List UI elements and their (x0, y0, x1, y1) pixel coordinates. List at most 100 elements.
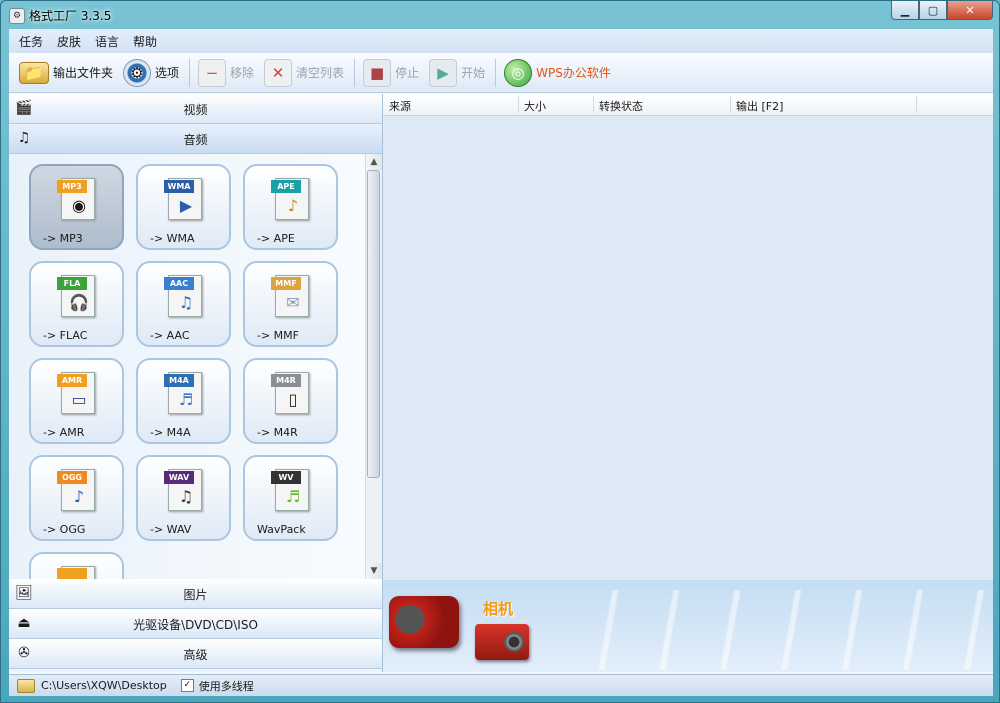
camera-label: 相机 (483, 600, 514, 618)
format-tile-wavpack[interactable]: WV ♬ WavPack (243, 455, 338, 541)
wps-button[interactable]: ◎ WPS办公软件 (504, 57, 611, 89)
toolbar: 📁 输出文件夹 ⚙ 选项 − 移除 ✕ 清空列表 ■ 停止 ▶ 开始 ◎ WPS… (9, 53, 993, 93)
options-label: 选项 (155, 66, 180, 80)
column-divider[interactable] (916, 96, 917, 113)
window-controls: ▁ ▢ ✕ (891, 1, 993, 21)
options-button[interactable]: ⚙ 选项 (123, 57, 179, 89)
stop-button[interactable]: ■ 停止 (363, 57, 419, 89)
envelope-icon: ✉ (286, 293, 300, 312)
format-tag: WAV (164, 471, 194, 484)
format-tile-wav[interactable]: WAV ♫ -> WAV (136, 455, 231, 541)
gear-icon: ⚙ (123, 58, 152, 87)
menu-language[interactable]: 语言 (95, 33, 119, 50)
title-bar[interactable]: ⚙ 格式工厂 3.3.5 ▁ ▢ ✕ (1, 1, 999, 29)
format-tile-amr[interactable]: AMR ▭ -> AMR (29, 358, 124, 444)
format-tag: FLA (57, 277, 87, 290)
format-label: -> M4R (257, 426, 298, 439)
format-tile-ogg[interactable]: OGG ♪ -> OGG (29, 455, 124, 541)
audio-format-grid: MP3 ◉ -> MP3 WMA ▶ -> WMA APE ♪ -> APE F… (9, 154, 365, 579)
stop-icon: ■ (363, 58, 392, 87)
scroll-up-arrow-icon[interactable]: ▲ (366, 154, 382, 170)
section-image-label: 图片 (183, 588, 208, 602)
toolbar-separator (189, 58, 191, 87)
status-bar: C:\Users\XQW\Desktop ✓ 使用多线程 (9, 674, 993, 696)
section-video[interactable]: 🎬 视频 (9, 94, 382, 124)
wps-globe-icon: ◎ (504, 58, 533, 87)
clear-list-button[interactable]: ✕ 清空列表 (264, 57, 344, 89)
app-window: ⚙ 格式工厂 3.3.5 ▁ ▢ ✕ 任务 皮肤 语言 帮助 📁 输出文件夹 ⚙… (0, 0, 1000, 703)
multithread-label: 使用多线程 (198, 679, 254, 693)
format-label: -> WMA (150, 232, 195, 245)
column-source[interactable]: 来源 (389, 98, 411, 114)
camera-banner[interactable]: 相机 (383, 580, 993, 672)
multithread-checkbox[interactable]: ✓ (180, 679, 194, 692)
disc-music-icon: ♬ (178, 390, 194, 409)
client-area: 任务 皮肤 语言 帮助 📁 输出文件夹 ⚙ 选项 − 移除 ✕ 清空列表 ■ 停… (9, 29, 993, 696)
app-icon[interactable]: ⚙ (9, 8, 25, 24)
format-tile-ape[interactable]: APE ♪ -> APE (243, 164, 338, 250)
maximize-button[interactable]: ▢ (919, 1, 947, 20)
format-tile-wma[interactable]: WMA ▶ -> WMA (136, 164, 231, 250)
format-tile-m4r[interactable]: M4R ▯ -> M4R (243, 358, 338, 444)
remove-doc-icon: − (198, 58, 227, 87)
toolbar-separator (354, 58, 356, 87)
stop-label: 停止 (395, 66, 420, 80)
format-tile-aac[interactable]: AAC ♫ -> AAC (136, 261, 231, 347)
format-scrollbar[interactable]: ▲ ▼ (365, 154, 382, 579)
music-note-icon: ♪ (73, 487, 85, 506)
format-label: -> M4A (150, 426, 191, 439)
format-label: -> WAV (150, 523, 192, 536)
minimize-button[interactable]: ▁ (891, 1, 919, 20)
column-divider[interactable] (730, 96, 731, 113)
close-button[interactable]: ✕ (947, 1, 993, 20)
section-video-label: 视频 (183, 103, 208, 117)
format-tile-m4a[interactable]: M4A ♬ -> M4A (136, 358, 231, 444)
category-panel: 🎬 视频 ♫ 音频 MP3 ◉ -> MP3 WMA ▶ -> WMA APE … (9, 94, 383, 672)
format-tag: M4R (271, 374, 301, 387)
bottom-sections: 🖼 图片 ⏏ 光驱设备\DVD\CD\ISO ✇ 高级 (9, 579, 382, 669)
laptop-icon: ▭ (71, 390, 87, 409)
remove-button[interactable]: − 移除 (198, 57, 254, 89)
wps-label: WPS办公软件 (536, 66, 611, 80)
format-tile-partial[interactable] (29, 552, 124, 579)
format-tag: AAC (164, 277, 194, 290)
start-button[interactable]: ▶ 开始 (429, 57, 485, 89)
column-divider[interactable] (593, 96, 594, 113)
menu-task[interactable]: 任务 (19, 33, 43, 50)
format-tag: M4A (164, 374, 194, 387)
start-icon: ▶ (429, 58, 458, 87)
output-folder-button[interactable]: 📁 输出文件夹 (19, 57, 113, 89)
output-folder-label: 输出文件夹 (53, 66, 114, 80)
section-audio-label: 音频 (183, 133, 208, 147)
format-label: -> MP3 (43, 232, 83, 245)
section-advanced[interactable]: ✇ 高级 (9, 639, 382, 669)
camera-icon (475, 624, 529, 660)
scroll-thumb[interactable] (367, 170, 380, 478)
speaker-icon: ◉ (72, 196, 86, 215)
section-audio[interactable]: ♫ 音频 (9, 124, 382, 154)
format-tile-mp3[interactable]: MP3 ◉ -> MP3 (29, 164, 124, 250)
column-output[interactable]: 输出 [F2] (736, 98, 783, 114)
headphones-icon: ♪ (287, 196, 299, 215)
format-tile-mmf[interactable]: MMF ✉ -> MMF (243, 261, 338, 347)
output-path[interactable]: C:\Users\XQW\Desktop (41, 679, 167, 692)
menu-skin[interactable]: 皮肤 (57, 33, 81, 50)
lens-icon (504, 632, 524, 652)
decorative-stripes (583, 590, 993, 670)
column-size[interactable]: 大小 (524, 98, 546, 114)
section-optical[interactable]: ⏏ 光驱设备\DVD\CD\ISO (9, 609, 382, 639)
clear-list-icon: ✕ (264, 58, 293, 87)
section-image[interactable]: 🖼 图片 (9, 579, 382, 609)
section-advanced-label: 高级 (183, 648, 208, 662)
column-divider[interactable] (518, 96, 519, 113)
scroll-down-arrow-icon[interactable]: ▼ (366, 563, 382, 579)
format-label: WavPack (257, 523, 306, 536)
column-status[interactable]: 转换状态 (599, 98, 643, 114)
menu-help[interactable]: 帮助 (133, 33, 157, 50)
format-tile-flac[interactable]: FLA 🎧 -> FLAC (29, 261, 124, 347)
camcorder-icon (389, 596, 459, 648)
format-label: -> FLAC (43, 329, 88, 342)
audio-wave-icon: ♫ (178, 293, 194, 312)
folder-icon[interactable] (17, 678, 35, 693)
task-list[interactable]: 来源 大小 转换状态 输出 [F2] (383, 94, 993, 580)
